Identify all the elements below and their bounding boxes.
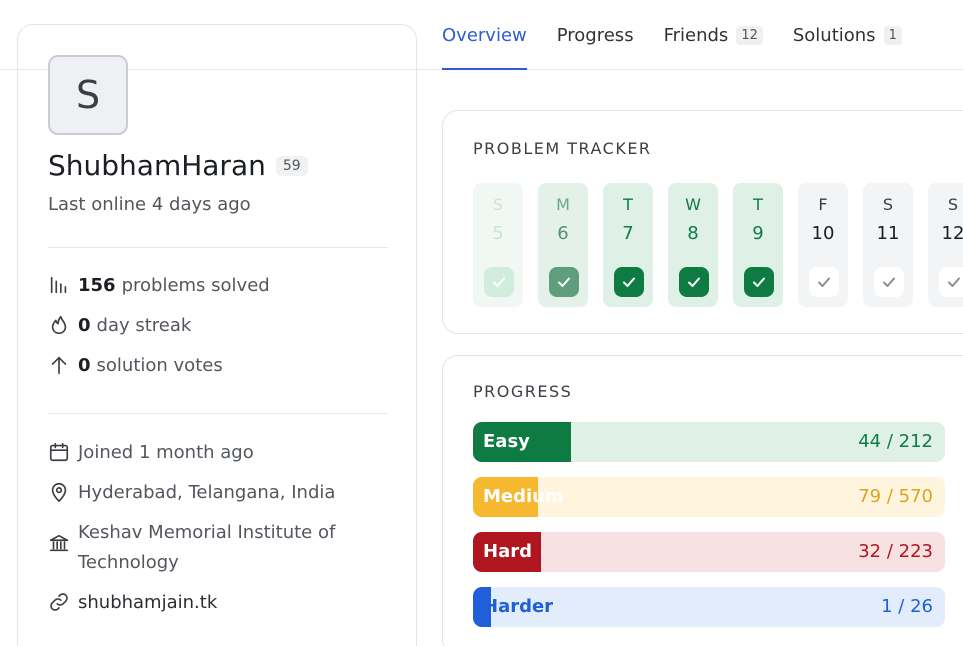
joined-info: Joined 1 month ago [48,441,254,463]
solved-count: 79 / 570 [858,486,933,507]
institution-icon [48,532,70,554]
day-number: 7 [622,223,634,244]
website-link[interactable]: shubhamjain.tk [48,591,217,613]
friends-count-badge: 12 [736,25,763,45]
difficulty-label: Easy [483,431,530,452]
day-number: 9 [752,223,764,244]
day-number: 5 [492,223,504,244]
tracker-title: PROBLEM TRACKER [473,139,652,158]
day-letter: S [882,195,894,214]
check-icon [484,267,514,297]
tracker-day[interactable]: S 12 [928,183,963,307]
tab-friends[interactable]: Friends 12 [664,0,763,70]
tracker-day[interactable]: T9 [733,183,783,307]
tab-progress[interactable]: Progress [557,0,634,70]
tracker-day[interactable]: S 11 [863,183,913,307]
stat-day-streak: 0 day streak [48,314,191,336]
progress-card: PROGRESS Easy 44 / 212 Medium 79 / 570 Hard 3… [442,355,963,646]
username-row: ShubhamHaran 59 [48,149,308,182]
day-letter: S [492,195,504,214]
link-icon [48,591,70,613]
profile-tabs: Overview Progress Friends 12 Solutions 1 [442,0,932,70]
progress-bar-easy[interactable]: Easy 44 / 212 [473,422,945,462]
day-letter: S [947,195,959,214]
solved-count: 32 / 223 [858,541,933,562]
difficulty-label: Medium [483,486,564,507]
tracker-day[interactable]: W8 [668,183,718,307]
check-icon [549,267,579,297]
solutions-count-badge: 1 [883,25,902,45]
solved-count: 44 / 212 [858,431,933,452]
username: ShubhamHaran [48,149,266,182]
flame-icon [48,314,70,336]
check-icon [679,267,709,297]
level-badge: 59 [275,155,308,176]
day-letter: F [818,195,828,214]
day-letter: M [556,195,570,214]
check-icon [939,267,963,297]
progress-bar-medium[interactable]: Medium 79 / 570 [473,477,945,517]
stat-solution-votes: 0 solution votes [48,354,223,376]
day-number: 8 [687,223,699,244]
progress-bar-harder[interactable]: Harder 1 / 26 [473,587,945,627]
day-number: 12 [941,223,963,244]
tracker-day[interactable]: F 10 [798,183,848,307]
tracker-day[interactable]: T7 [603,183,653,307]
day-number: 10 [811,223,835,244]
progress-title: PROGRESS [473,382,573,401]
arrow-up-icon [48,354,70,376]
problem-tracker-card: PROBLEM TRACKER S 5 M 6 T 7 W 8 T 9 F 10 S 11 S 12 [442,110,963,334]
day-number: 6 [557,223,569,244]
check-icon [874,267,904,297]
location-pin-icon [48,481,70,503]
profile-card: S ShubhamHaran 59 Last online 4 days ago… [17,24,417,646]
check-icon [744,267,774,297]
difficulty-label: Harder [483,596,554,617]
day-letter: W [685,195,701,214]
location-info: Hyderabad, Telangana, India [48,481,335,503]
check-icon [809,267,839,297]
tracker-day[interactable]: S5 [473,183,523,307]
divider [48,247,388,248]
stat-problems-solved: 156 problems solved [48,274,270,296]
solved-count: 1 / 26 [881,596,933,617]
day-number: 11 [876,223,900,244]
last-online: Last online 4 days ago [48,194,251,215]
day-letter: T [753,195,763,214]
divider [48,413,388,414]
avatar[interactable]: S [48,55,128,135]
calendar-icon [48,441,70,463]
institution-info: Keshav Memorial Institute of Technology [48,518,335,578]
tracker-day[interactable]: M6 [538,183,588,307]
tab-overview[interactable]: Overview [442,0,527,70]
check-icon [614,267,644,297]
progress-bar-hard[interactable]: Hard 32 / 223 [473,532,945,572]
day-letter: T [623,195,633,214]
difficulty-label: Hard [483,541,532,562]
bar-chart-icon [48,274,70,296]
tab-solutions[interactable]: Solutions 1 [793,0,902,70]
